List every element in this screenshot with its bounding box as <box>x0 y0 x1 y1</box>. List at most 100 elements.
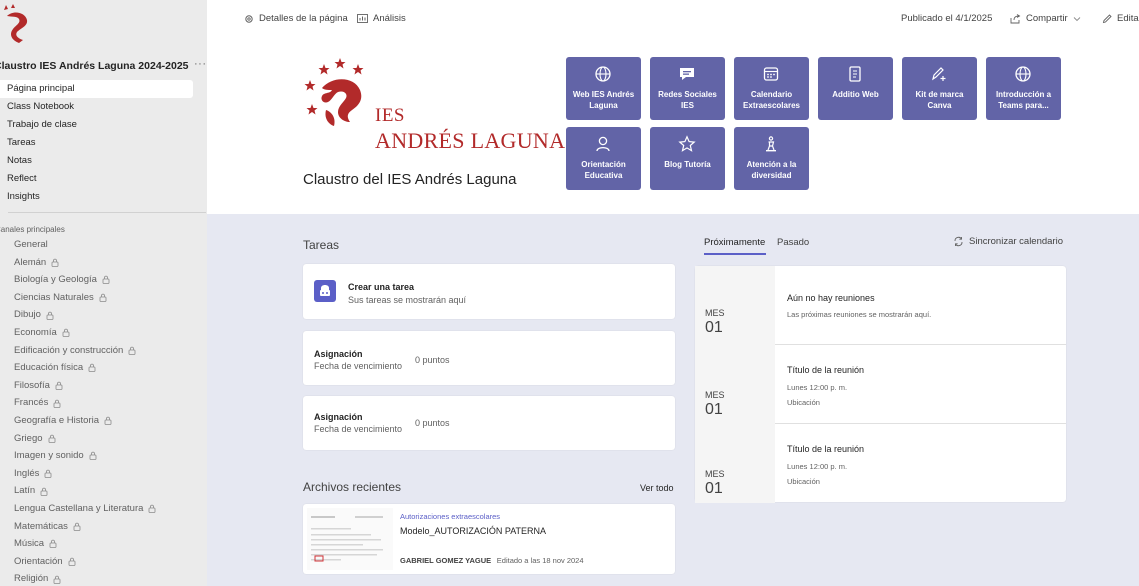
team-title[interactable]: Claustro IES Andrés Laguna 2024-2025 <box>0 60 189 72</box>
assignment-title: Asignación <box>314 412 363 422</box>
quick-link-label: Kit de marca Canva <box>915 90 964 110</box>
channel-label: Inglés <box>14 467 40 479</box>
channel-item[interactable]: Orientación <box>0 553 207 571</box>
channel-item[interactable]: Griego <box>0 430 207 448</box>
quick-link-tile[interactable]: Additio Web <box>818 57 893 120</box>
channel-item[interactable]: General <box>0 236 207 254</box>
nav-item[interactable]: Página principal <box>0 80 193 98</box>
channel-item[interactable]: Edificación y construcción <box>0 342 207 360</box>
page-title: Claustro del IES Andrés Laguna <box>303 171 517 188</box>
lock-icon <box>46 311 54 320</box>
meeting-time: Lunes 12:00 p. m. <box>787 383 848 392</box>
divider <box>8 212 206 213</box>
meeting-title: Título de la reunión <box>787 444 865 454</box>
channel-item[interactable]: Ciencias Naturales <box>0 289 207 307</box>
tab-past[interactable]: Pasado <box>777 237 809 248</box>
share-label: Compartir <box>1026 13 1068 24</box>
assignment-card[interactable]: Asignación Fecha de vencimiento 0 puntos <box>303 331 675 385</box>
share-button[interactable]: Compartir <box>1010 13 1086 24</box>
quick-link-label: Orientación Educativa <box>581 160 626 180</box>
globe-icon <box>595 66 611 82</box>
analytics-icon <box>357 14 368 23</box>
channel-item[interactable]: Música <box>0 535 207 553</box>
meeting-date: MES 01 <box>695 266 775 345</box>
channel-label: Economía <box>14 326 57 338</box>
channel-label: Francés <box>14 397 49 409</box>
meeting-title: Título de la reunión <box>787 365 865 375</box>
create-task-title: Crear una tarea <box>348 282 415 292</box>
view-all-link[interactable]: Ver todo <box>640 483 674 493</box>
create-task-card[interactable]: Crear una tarea Sus tareas se mostrarán … <box>303 264 675 319</box>
nav-item[interactable]: Class Notebook <box>0 98 193 116</box>
nav-item[interactable]: Trabajo de clase <box>0 116 193 134</box>
quick-link-tile[interactable]: Web IES Andrés Laguna <box>566 57 641 120</box>
nav-item[interactable]: Tareas <box>0 134 193 152</box>
create-task-icon <box>314 280 336 302</box>
channel-item[interactable]: Latín <box>0 482 207 500</box>
channel-item[interactable]: Dibujo <box>0 306 207 324</box>
channel-item[interactable]: Educación física <box>0 359 207 377</box>
meeting-date: MES 01 <box>695 345 775 424</box>
meeting-month: MES <box>705 308 725 318</box>
channel-item[interactable]: Inglés <box>0 465 207 483</box>
quick-link-label: Atención a la diversidad <box>746 160 797 180</box>
channel-label: Religión <box>14 573 49 585</box>
nav-item[interactable]: Notas <box>0 152 193 170</box>
channel-label: Música <box>14 538 45 550</box>
quick-link-tile[interactable]: Calendario Extraescolares <box>734 57 809 120</box>
nav-item[interactable]: Insights <box>0 188 193 206</box>
quick-link-label: Additio Web <box>832 90 879 99</box>
page-toolbar: Detalles de la página Análisis Publicado… <box>207 0 1139 38</box>
meeting-day: 01 <box>705 319 723 336</box>
quick-link-tile[interactable]: Blog Tutoría <box>650 127 725 190</box>
analytics-button[interactable]: Análisis <box>357 13 406 24</box>
share-icon <box>1010 13 1021 23</box>
meeting-day: 01 <box>705 401 723 418</box>
channel-label: Filosofía <box>14 379 50 391</box>
team-nav: Página principal Class Notebook Trabajo de… <box>0 80 193 206</box>
more-options-icon[interactable]: ··· <box>194 58 207 70</box>
channel-item[interactable]: Economía <box>0 324 207 342</box>
sync-calendar-button[interactable]: Sincronizar calendario <box>953 236 1063 247</box>
meeting-location: Ubicación <box>787 477 820 486</box>
quick-link-label: Redes Sociales IES <box>658 90 717 110</box>
channel-item[interactable]: Alemán <box>0 254 207 272</box>
lock-icon <box>40 487 48 496</box>
quick-link-tile[interactable]: Orientación Educativa <box>566 127 641 190</box>
lock-icon <box>102 276 110 285</box>
tab-upcoming[interactable]: Próximamente <box>704 237 765 248</box>
nav-item[interactable]: Reflect <box>0 170 193 188</box>
channel-item[interactable]: Filosofía <box>0 377 207 395</box>
channel-item[interactable]: Biología y Geología <box>0 271 207 289</box>
meeting-row[interactable]: MES 01 Título de la reunión Lunes 12:00 p. … <box>695 424 1066 503</box>
quick-link-tile[interactable]: Introducción a Teams para... <box>986 57 1061 120</box>
channel-item[interactable]: Lengua Castellana y Literatura <box>0 500 207 518</box>
assignment-card[interactable]: Asignación Fecha de vencimiento 0 puntos <box>303 396 675 450</box>
team-logo[interactable] <box>3 4 37 44</box>
sync-icon <box>954 236 963 247</box>
channel-label: Griego <box>14 432 43 444</box>
channel-item[interactable]: Francés <box>0 394 207 412</box>
quick-link-tile[interactable]: Atención a la diversidad <box>734 127 809 190</box>
content-area: Tareas Crear una tarea Sus tareas se mos… <box>207 214 1139 586</box>
channel-list: General Alemán Biología y Geología Ciencias… <box>0 236 207 586</box>
channel-item[interactable]: Imagen y sonido <box>0 447 207 465</box>
meeting-row[interactable]: MES 01 Aún no hay reuniones Las próximas re… <box>695 266 1066 345</box>
channel-item[interactable]: Geografía e Historia <box>0 412 207 430</box>
star-icon <box>678 135 696 152</box>
page-details-button[interactable]: Detalles de la página <box>244 13 348 24</box>
lock-icon <box>55 381 63 390</box>
edit-label: Editar <box>1117 13 1139 24</box>
recent-file-card[interactable]: Autorizaciones extraescolares Modelo_AUT… <box>303 504 675 574</box>
quick-link-tile[interactable]: Redes Sociales IES <box>650 57 725 120</box>
file-edited: Editado a las 18 nov 2024 <box>496 556 584 565</box>
channel-item[interactable]: Religión <box>0 570 207 586</box>
lock-icon <box>49 540 57 549</box>
pencil-icon <box>1102 13 1112 23</box>
quick-link-label: Calendario Extraescolares <box>743 90 800 110</box>
meeting-row[interactable]: MES 01 Título de la reunión Lunes 12:00 p. … <box>695 345 1066 424</box>
edit-button[interactable]: Editar <box>1102 13 1139 24</box>
channel-item[interactable]: Matemáticas <box>0 518 207 536</box>
channel-label: Dibujo <box>14 309 41 321</box>
quick-link-tile[interactable]: Kit de marca Canva <box>902 57 977 120</box>
